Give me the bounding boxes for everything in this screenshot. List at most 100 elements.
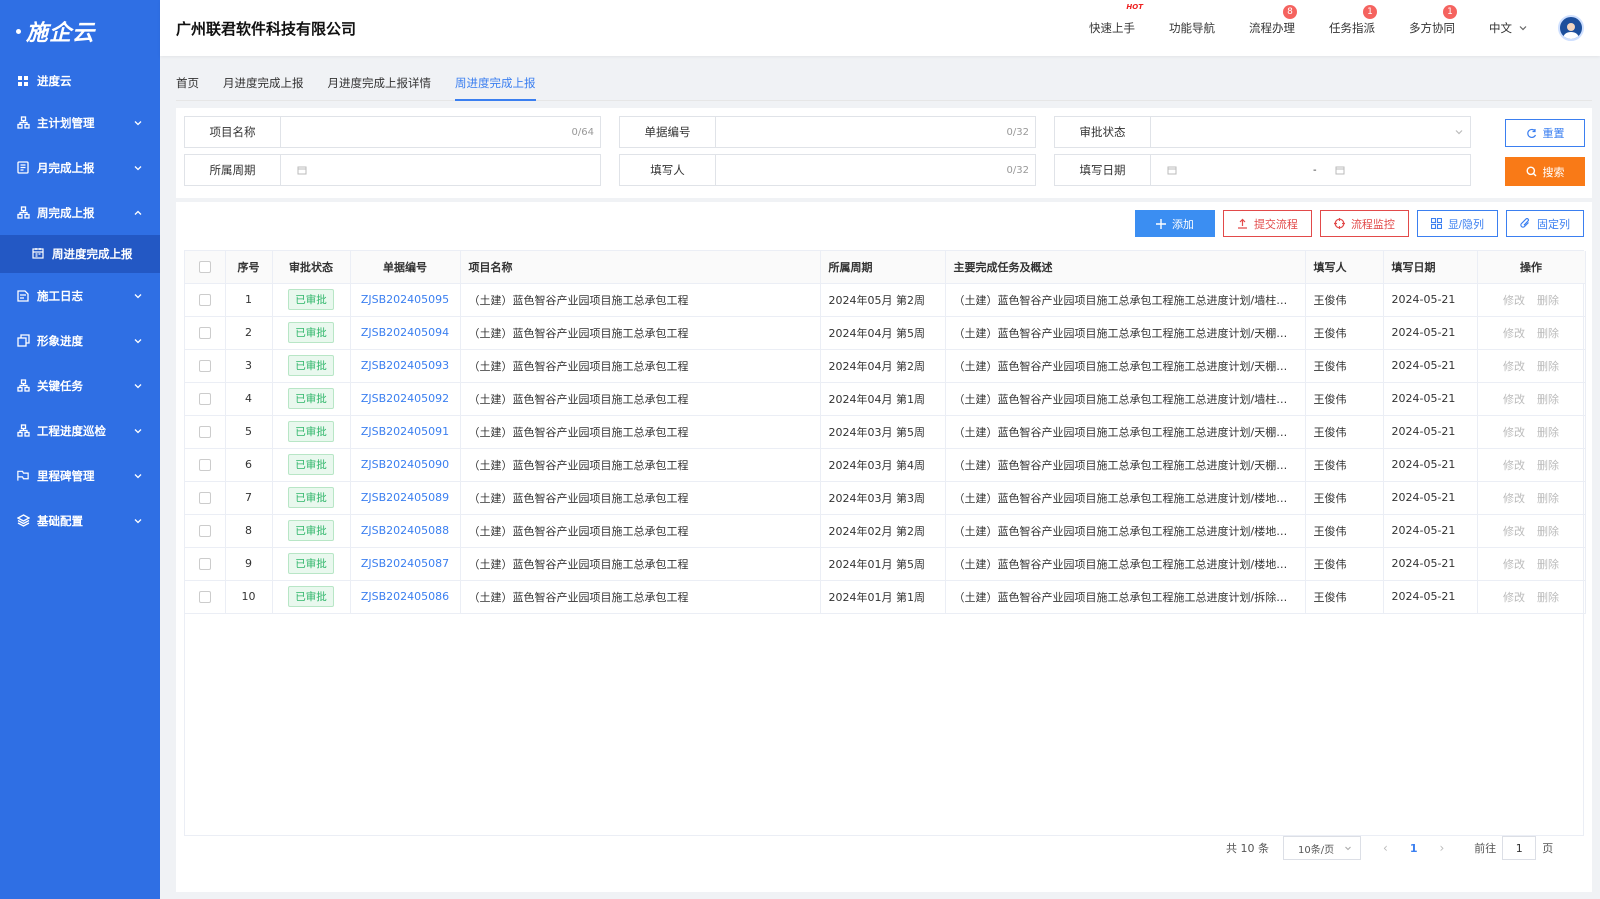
sidebar-item-progress-inspection[interactable]: 工程进度巡检 [0, 408, 160, 453]
edit-button[interactable]: 修改 [1503, 591, 1525, 604]
table-row[interactable]: 10 已审批 ZJSB202405086 （土建）蓝色智谷产业园项目施工总承包工程 20… [185, 580, 1586, 614]
row-checkbox[interactable] [185, 316, 226, 350]
fix-column-button[interactable]: 固定列 [1506, 210, 1584, 237]
doc-no-link[interactable]: ZJSB202405095 [361, 293, 449, 306]
reset-button[interactable]: 重置 [1505, 119, 1585, 147]
header-function-nav[interactable]: 功能导航 [1169, 20, 1215, 36]
table-row[interactable]: 8 已审批 ZJSB202405088 （土建）蓝色智谷产业园项目施工总承包工程 202… [185, 514, 1586, 548]
table-row[interactable]: 2 已审批 ZJSB202405094 （土建）蓝色智谷产业园项目施工总承包工程 202… [185, 316, 1586, 350]
period-field[interactable]: 所属周期 [184, 154, 601, 186]
table-row[interactable]: 1 已审批 ZJSB202405095 （土建）蓝色智谷产业园项目施工总承包工程 202… [185, 283, 1586, 317]
sidebar-item-monthly-report[interactable]: 月完成上报 [0, 145, 160, 190]
edit-button[interactable]: 修改 [1503, 393, 1525, 406]
row-checkbox[interactable] [185, 415, 226, 449]
row-checkbox[interactable] [185, 382, 226, 416]
cell-summary: （土建）蓝色智谷产业园项目施工总承包工程施工总进度计划/楼地面... [945, 547, 1306, 581]
row-checkbox[interactable] [185, 580, 226, 614]
cell-summary: （土建）蓝色智谷产业园项目施工总承包工程施工总进度计划/天棚工... [945, 415, 1306, 449]
cell-period: 2024年03月 第5周 [820, 415, 946, 449]
col-header-summary: 主要完成任务及概述 [945, 251, 1306, 284]
table-row[interactable]: 5 已审批 ZJSB202405091 （土建）蓝色智谷产业园项目施工总承包工程 202… [185, 415, 1586, 449]
row-checkbox[interactable] [185, 448, 226, 482]
sidebar-item-basic-config[interactable]: 基础配置 [0, 498, 160, 543]
approval-status-select[interactable]: 审批状态 [1054, 116, 1471, 148]
avatar[interactable] [1558, 15, 1584, 41]
page-tabs: 首页 月进度完成上报 月进度完成上报详情 周进度完成上报 [176, 66, 1592, 101]
logo[interactable]: 施企云 [0, 0, 160, 62]
edit-button[interactable]: 修改 [1503, 327, 1525, 340]
fill-date-range[interactable]: 填写日期 - [1054, 154, 1471, 186]
doc-no-link[interactable]: ZJSB202405087 [361, 557, 449, 570]
row-checkbox[interactable] [185, 481, 226, 515]
tab-monthly-report[interactable]: 月进度完成上报 [223, 66, 304, 101]
table-row[interactable]: 9 已审批 ZJSB202405087 （土建）蓝色智谷产业园项目施工总承包工程 202… [185, 547, 1586, 581]
doc-no-link[interactable]: ZJSB202405092 [361, 392, 449, 405]
doc-no-link[interactable]: ZJSB202405089 [361, 491, 449, 504]
row-checkbox[interactable] [185, 514, 226, 548]
table-row[interactable]: 4 已审批 ZJSB202405092 （土建）蓝色智谷产业园项目施工总承包工程 202… [185, 382, 1586, 416]
next-page-button[interactable]: › [1439, 841, 1444, 855]
doc-no-link[interactable]: ZJSB202405093 [361, 359, 449, 372]
sidebar-item-key-tasks[interactable]: 关键任务 [0, 363, 160, 408]
flow-monitor-button[interactable]: 流程监控 [1319, 210, 1409, 237]
doc-no-link[interactable]: ZJSB202405091 [361, 425, 449, 438]
delete-button[interactable]: 删除 [1537, 492, 1559, 505]
delete-button[interactable]: 删除 [1537, 393, 1559, 406]
edit-button[interactable]: 修改 [1503, 426, 1525, 439]
delete-button[interactable]: 删除 [1537, 591, 1559, 604]
header-collaboration[interactable]: 多方协同 1 [1409, 5, 1457, 36]
delete-button[interactable]: 删除 [1537, 558, 1559, 571]
goto-page-input[interactable]: 1 [1502, 836, 1537, 860]
doc-no-link[interactable]: ZJSB202405088 [361, 524, 449, 537]
doc-no-link[interactable]: ZJSB202405090 [361, 458, 449, 471]
header-quick-start[interactable]: 快速上手 HOT [1089, 3, 1143, 36]
delete-button[interactable]: 删除 [1537, 426, 1559, 439]
sidebar-item-construction-log[interactable]: 施工日志 [0, 273, 160, 318]
tab-monthly-report-detail[interactable]: 月进度完成上报详情 [328, 66, 432, 101]
row-checkbox[interactable] [185, 349, 226, 383]
delete-button[interactable]: 删除 [1537, 327, 1559, 340]
doc-no-link[interactable]: ZJSB202405086 [361, 590, 449, 603]
search-button[interactable]: 搜索 [1505, 157, 1585, 186]
cell-summary: （土建）蓝色智谷产业园项目施工总承包工程施工总进度计划/拆除工... [945, 580, 1306, 614]
delete-button[interactable]: 删除 [1537, 459, 1559, 472]
sidebar-item-visual-progress[interactable]: 形象进度 [0, 318, 160, 363]
submit-flow-button[interactable]: 提交流程 [1222, 210, 1312, 237]
edit-button[interactable]: 修改 [1503, 294, 1525, 307]
delete-button[interactable]: 删除 [1537, 360, 1559, 373]
table-row[interactable]: 6 已审批 ZJSB202405090 （土建）蓝色智谷产业园项目施工总承包工程 202… [185, 448, 1586, 482]
prev-page-button[interactable]: ‹ [1383, 841, 1388, 855]
edit-button[interactable]: 修改 [1503, 525, 1525, 538]
sidebar-item-progress-cloud[interactable]: 进度云 [0, 62, 160, 100]
delete-button[interactable]: 删除 [1537, 525, 1559, 538]
filler-field[interactable]: 填写人 0/32 [619, 154, 1036, 186]
edit-button[interactable]: 修改 [1503, 360, 1525, 373]
doc-no-field[interactable]: 单据编号 0/32 [619, 116, 1036, 148]
doc-no-link[interactable]: ZJSB202405094 [361, 326, 449, 339]
cell-summary: （土建）蓝色智谷产业园项目施工总承包工程施工总进度计划/墙柱面... [945, 283, 1306, 317]
delete-button[interactable]: 删除 [1537, 294, 1559, 307]
row-checkbox[interactable] [185, 283, 226, 317]
language-select[interactable]: 中文 [1489, 20, 1528, 36]
sidebar-item-weekly-report[interactable]: 周完成上报 [0, 190, 160, 235]
table-row[interactable]: 7 已审批 ZJSB202405089 （土建）蓝色智谷产业园项目施工总承包工程 202… [185, 481, 1586, 515]
add-button[interactable]: 添加 [1134, 210, 1215, 237]
cell-date: 2024-05-21 [1383, 283, 1478, 317]
sidebar-item-milestones[interactable]: 里程碑管理 [0, 453, 160, 498]
project-name-field[interactable]: 项目名称 0/64 [184, 116, 601, 148]
edit-button[interactable]: 修改 [1503, 459, 1525, 472]
row-checkbox[interactable] [185, 547, 226, 581]
page-size-select[interactable]: 10条/页 [1283, 836, 1361, 860]
tab-home[interactable]: 首页 [176, 66, 199, 101]
show-hide-columns-button[interactable]: 显/隐列 [1416, 210, 1498, 237]
header-task-assign[interactable]: 任务指派 1 [1329, 5, 1377, 36]
sidebar-item-master-plan[interactable]: 主计划管理 [0, 100, 160, 145]
tab-weekly-report[interactable]: 周进度完成上报 [455, 66, 536, 101]
sidebar-subitem-weekly-progress-report[interactable]: 周进度完成上报 [0, 235, 160, 273]
header-process-handling[interactable]: 流程办理 8 [1249, 5, 1297, 36]
table-row[interactable]: 3 已审批 ZJSB202405093 （土建）蓝色智谷产业园项目施工总承包工程 202… [185, 349, 1586, 383]
select-all-checkbox[interactable] [185, 251, 226, 284]
current-page[interactable]: 1 [1410, 842, 1418, 855]
edit-button[interactable]: 修改 [1503, 558, 1525, 571]
edit-button[interactable]: 修改 [1503, 492, 1525, 505]
